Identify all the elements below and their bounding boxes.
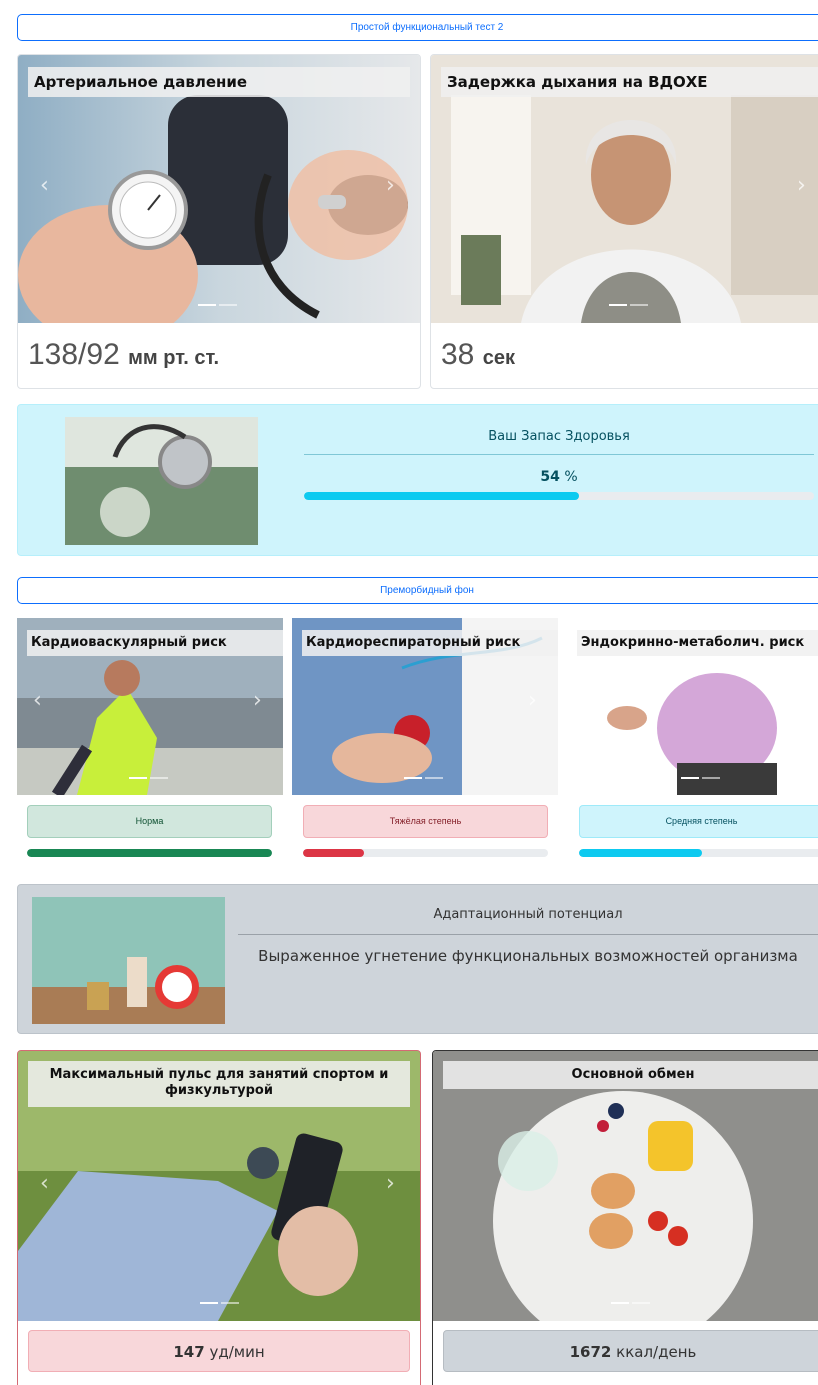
adaptation-text: Выраженное угнетение функциональных возм… [258, 947, 798, 965]
max-pulse-card: Максимальный пульс для занятий спортом и… [17, 1050, 421, 1385]
carousel-next-icon[interactable]: › [386, 1171, 395, 1196]
risk-progress [579, 849, 818, 857]
carousel-indicators[interactable] [609, 304, 648, 306]
health-reserve-panel: Ваш Запас Здоровья 54 % [17, 404, 818, 556]
carousel-indicators[interactable] [129, 777, 168, 779]
carousel-indicators[interactable] [404, 777, 443, 779]
carousel-next-icon[interactable]: › [528, 688, 537, 713]
carousel-indicators[interactable] [611, 1302, 650, 1304]
breath-hold-carousel: Задержка дыхания на ВДОХЕ › [431, 55, 818, 323]
metabolism-value: 1672 ккал/день [443, 1330, 818, 1372]
max-pulse-carousel: Максимальный пульс для занятий спортом и… [18, 1051, 420, 1321]
max-pulse-number: 147 [173, 1343, 205, 1361]
functional-test-section-button[interactable]: Простой функциональный тест 2 [17, 14, 818, 41]
max-pulse-unit: уд/мин [209, 1343, 265, 1361]
adaptation-panel: Адаптационный потенциал Выраженное угнет… [17, 884, 818, 1034]
blood-pressure-title: Артериальное давление [28, 67, 410, 97]
blood-pressure-value: 138/92 мм рт. ст. [28, 338, 219, 372]
carousel-next-icon[interactable]: › [253, 688, 262, 713]
cardiorespiratory-risk-carousel: Кардиореспираторный риск › [292, 618, 558, 795]
risk-status-label: Тяжёлая степень [303, 805, 548, 838]
carousel-indicators[interactable] [200, 1302, 239, 1304]
cardiovascular-risk-carousel: Кардиоваскулярный риск ‹ › [17, 618, 283, 795]
blood-pressure-unit: мм рт. ст. [128, 347, 220, 369]
blood-pressure-card: Артериальное давление ‹ › 138/92 мм рт. … [17, 54, 421, 389]
health-reserve-image [65, 417, 258, 545]
breath-hold-card: Задержка дыхания на ВДОХЕ › 38 сек [430, 54, 818, 389]
health-reserve-progress [304, 492, 814, 500]
divider [304, 454, 814, 455]
risk-progress-fill [303, 849, 365, 857]
breath-hold-number: 38 [441, 338, 475, 371]
premorbid-section-button[interactable]: Преморбидный фон [17, 577, 818, 604]
risk-status-label: Средняя степень [579, 805, 818, 838]
carousel-indicators[interactable] [681, 777, 720, 779]
adaptation-title: Адаптационный потенциал [433, 907, 623, 922]
health-reserve-title: Ваш Запас Здоровья [488, 429, 630, 444]
metabolism-carousel: Основной обмен [433, 1051, 818, 1321]
risk-status-label: Норма [27, 805, 272, 838]
breath-hold-unit: сек [482, 347, 515, 369]
health-reserve-value: 54 % [304, 469, 814, 485]
max-pulse-value: 147 уд/мин [28, 1330, 410, 1372]
risk-title: Кардиоваскулярный риск [27, 630, 283, 656]
carousel-prev-icon[interactable]: ‹ [40, 173, 49, 198]
metabolism-image [433, 1051, 818, 1321]
carousel-prev-icon[interactable]: ‹ [40, 1171, 49, 1196]
carousel-prev-icon[interactable]: ‹ [33, 688, 42, 713]
divider [238, 934, 818, 935]
metabolism-unit: ккал/день [616, 1343, 697, 1361]
risk-progress-fill [579, 849, 702, 857]
metabolism-card: Основной обмен 1672 ккал/день [432, 1050, 818, 1385]
metabolism-title: Основной обмен [443, 1061, 818, 1089]
adaptation-image [32, 897, 225, 1024]
max-pulse-title: Максимальный пульс для занятий спортом и… [28, 1061, 410, 1107]
carousel-indicators[interactable] [198, 304, 237, 306]
risk-progress-fill [27, 849, 272, 857]
breath-hold-title: Задержка дыхания на ВДОХЕ [441, 67, 818, 97]
risk-title: Эндокринно-метаболич. риск [577, 630, 818, 656]
carousel-next-icon[interactable]: › [797, 173, 806, 198]
metabolism-number: 1672 [569, 1343, 612, 1361]
risk-progress [27, 849, 272, 857]
blood-pressure-carousel: Артериальное давление ‹ › [18, 55, 420, 323]
breath-hold-value: 38 сек [441, 338, 515, 372]
health-reserve-number: 54 [540, 469, 560, 485]
endocrine-risk-carousel: Эндокринно-метаболич. риск [567, 618, 818, 795]
carousel-next-icon[interactable]: › [386, 173, 395, 198]
health-reserve-progress-fill [304, 492, 580, 500]
risk-progress [303, 849, 548, 857]
risk-title: Кардиореспираторный риск [302, 630, 558, 656]
health-reserve-unit: % [564, 469, 578, 485]
blood-pressure-number: 138/92 [28, 338, 120, 371]
